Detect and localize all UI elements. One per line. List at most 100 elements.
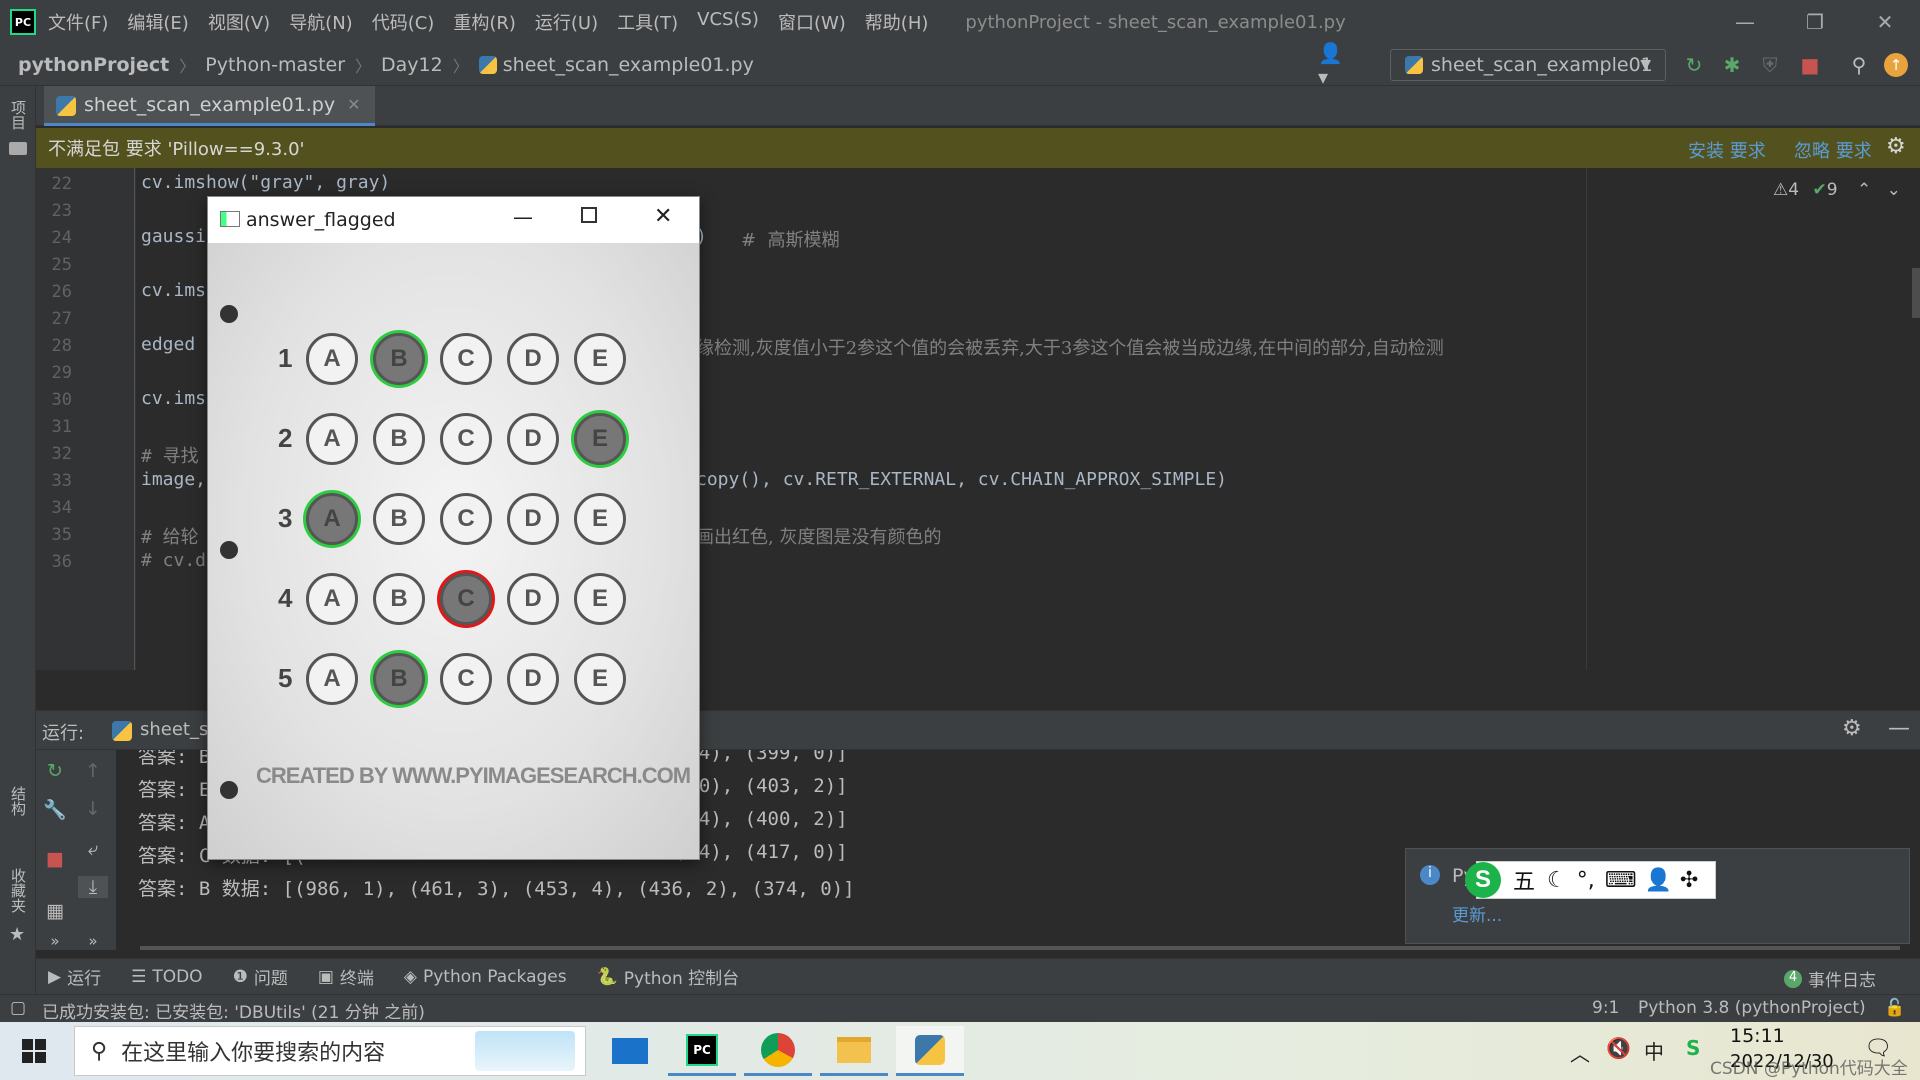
answer-bubble: D <box>507 573 559 625</box>
menu-item[interactable]: 导航(N) <box>289 9 353 35</box>
answer-bubble: E <box>574 333 626 385</box>
taskbar-search-input[interactable]: ⚲ 在这里输入你要搜索的内容 <box>74 1026 586 1076</box>
file-explorer-icon[interactable] <box>820 1026 888 1076</box>
star-icon[interactable]: ★ <box>9 924 25 945</box>
menu-item[interactable]: 视图(V) <box>208 9 270 35</box>
stop-icon[interactable]: ■ <box>1796 52 1824 78</box>
breadcrumb-folder[interactable]: Python-master <box>205 54 345 76</box>
mail-app-icon[interactable] <box>596 1026 664 1076</box>
project-tool-label[interactable]: 项目 <box>8 100 29 130</box>
arrow-down-icon[interactable]: ↓ <box>78 798 108 820</box>
soft-wrap-icon[interactable]: ⤶ <box>78 838 108 860</box>
search-icon[interactable]: ⚲ <box>1845 52 1873 78</box>
menu-item[interactable]: 运行(U) <box>535 9 598 35</box>
status-message[interactable]: 已成功安装包: 已安装包: 'DBUtils' (21 分钟 之前) <box>42 998 425 1023</box>
caret-position[interactable]: 9:1 <box>1592 998 1619 1018</box>
pycharm-app-icon[interactable]: PC <box>668 1026 736 1076</box>
close-icon[interactable]: ✕ <box>654 204 672 229</box>
event-log-button[interactable]: 4 事件日志 <box>1784 966 1876 991</box>
clock-time[interactable]: 15:11 <box>1730 1025 1785 1047</box>
line-number: 34 <box>51 498 72 518</box>
ok-count: 9 <box>1826 180 1838 200</box>
close-window-button[interactable]: ✕ <box>1850 0 1920 44</box>
minimize-icon[interactable]: — <box>513 205 533 229</box>
menu-item[interactable]: 文件(F) <box>48 9 108 35</box>
breadcrumb-project[interactable]: pythonProject <box>18 54 169 76</box>
menu-item[interactable]: 重构(R) <box>453 9 516 35</box>
stop-icon[interactable]: ■ <box>40 848 70 870</box>
layout-icon[interactable]: ▢ <box>10 998 26 1018</box>
ime-toolbar[interactable]: S 五 ☾ °, ⌨ 👤 ✣ <box>1465 861 1716 899</box>
menu-item[interactable]: 窗口(W) <box>778 9 846 35</box>
menu-item[interactable]: 帮助(H) <box>865 9 929 35</box>
favorites-tool-label[interactable]: 收藏夹 <box>8 868 29 913</box>
chrome-app-icon[interactable] <box>744 1026 812 1076</box>
rerun-icon[interactable]: ↻ <box>1680 52 1708 78</box>
tab-python-console[interactable]: 🐍 Python 控制台 <box>597 964 740 990</box>
more-icon[interactable]: » <box>40 932 70 950</box>
tab-sheet-scan-example01[interactable]: sheet_scan_example01.py ✕ <box>44 86 375 126</box>
keyboard-icon[interactable]: ⌨ <box>1605 868 1637 893</box>
close-tab-icon[interactable]: ✕ <box>347 95 360 114</box>
input-language[interactable]: 中 <box>1644 1036 1664 1065</box>
menu-item[interactable]: 编辑(E) <box>127 9 188 35</box>
tab-python-packages[interactable]: ◈ Python Packages <box>404 967 567 987</box>
arrow-up-icon[interactable]: ↑ <box>78 760 108 782</box>
tab-run[interactable]: ▶ 运行 <box>48 964 101 990</box>
opencv-window-titlebar[interactable]: answer_flagged — ✕ <box>208 197 699 243</box>
update-link[interactable]: 更新... <box>1452 901 1502 926</box>
layout-icon[interactable]: ▦ <box>40 900 70 922</box>
restore-window-button[interactable]: ❐ <box>1780 0 1850 44</box>
chevron-up-icon[interactable]: ⌃ <box>1857 180 1871 200</box>
rerun-icon[interactable]: ↻ <box>40 760 70 782</box>
menu-item[interactable]: 代码(C) <box>372 9 435 35</box>
lock-icon[interactable]: 🔓 <box>1884 998 1905 1018</box>
install-requirement-link[interactable]: 安装 要求 <box>1688 137 1766 163</box>
tab-problems[interactable]: ❶ 问题 <box>232 964 288 990</box>
coverage-icon[interactable]: ⛨ <box>1756 52 1784 78</box>
chevron-up-icon[interactable]: ︿ <box>1570 1038 1590 1067</box>
wrench-icon[interactable]: 🔧 <box>40 798 70 821</box>
breadcrumb-file[interactable]: sheet_scan_example01.py <box>503 54 754 76</box>
user-icon[interactable]: 👤 <box>1645 868 1672 893</box>
interpreter-label[interactable]: Python 3.8 (pythonProject) <box>1638 998 1866 1018</box>
debug-bug-icon[interactable]: ✱ <box>1718 52 1746 78</box>
editor-scrollbar[interactable] <box>1912 268 1920 318</box>
notification-center-icon[interactable]: 🗨 <box>1864 1036 1892 1061</box>
code-line: image, <box>141 469 207 490</box>
console-scrollbar[interactable] <box>140 946 1900 950</box>
inspection-widget[interactable]: ⚠4 ✔9 ⌃ ⌄ <box>1773 180 1901 200</box>
requirements-banner: 不满足包 要求 'Pillow==9.3.0' 安装 要求 忽略 要求 ⚙ <box>36 128 1920 168</box>
minimize-panel-icon[interactable]: — <box>1888 716 1910 741</box>
tab-todo[interactable]: ☰ TODO <box>131 967 203 987</box>
problem-icon: ❶ <box>232 966 248 987</box>
chevron-down-icon[interactable]: ⌄ <box>1887 180 1901 200</box>
more-icon[interactable]: » <box>78 932 108 950</box>
update-arrow-icon[interactable]: ↑ <box>1884 53 1908 77</box>
moon-icon[interactable]: ☾ <box>1547 868 1567 893</box>
folder-icon[interactable] <box>9 142 27 155</box>
tab-terminal[interactable]: ▣ 终端 <box>318 964 374 990</box>
breadcrumb-subfolder[interactable]: Day12 <box>381 54 443 76</box>
python-app-icon[interactable] <box>896 1026 964 1076</box>
minimize-window-button[interactable]: — <box>1710 0 1780 44</box>
opencv-image-window[interactable]: answer_flagged — ✕ 1ABCDE2ABCDE3ABCDE4AB… <box>207 196 700 860</box>
scroll-to-end-icon[interactable]: ⤓ <box>78 876 108 898</box>
run-configuration-select[interactable]: sheet_scan_example01 ▼ <box>1390 49 1666 81</box>
speaker-muted-icon[interactable]: 🔇 <box>1606 1036 1631 1060</box>
answer-bubble: E <box>574 413 626 465</box>
sogou-tray-icon[interactable]: S <box>1686 1036 1700 1060</box>
menu-item[interactable]: VCS(S) <box>697 9 759 35</box>
gear-icon[interactable]: ⚙ <box>1842 716 1862 741</box>
answer-bubble: A <box>306 413 358 465</box>
punctuation-icon[interactable]: °, <box>1577 868 1595 893</box>
gutter-divider <box>134 168 135 670</box>
maximize-icon[interactable] <box>581 207 597 223</box>
menu-item[interactable]: 工具(T) <box>617 9 678 35</box>
structure-tool-label[interactable]: 结构 <box>8 786 29 816</box>
windows-start-icon[interactable] <box>22 1039 46 1063</box>
grid-icon[interactable]: ✣ <box>1680 868 1698 893</box>
ignore-requirement-link[interactable]: 忽略 要求 <box>1794 137 1872 163</box>
user-icon[interactable]: 👤▾ <box>1318 41 1346 89</box>
gear-icon[interactable]: ⚙ <box>1886 134 1906 159</box>
